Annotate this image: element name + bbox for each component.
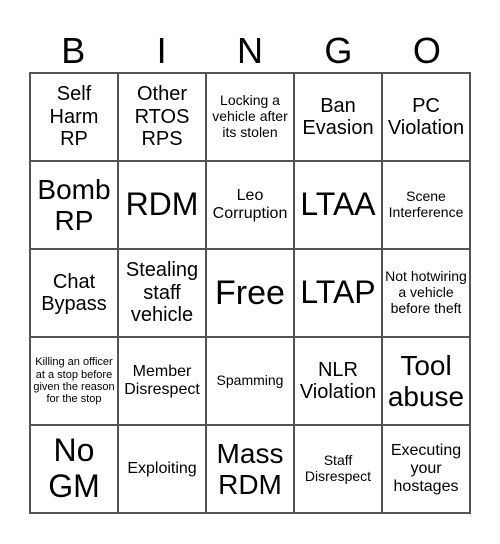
- bingo-cell[interactable]: Stealing staff vehicle: [118, 249, 206, 337]
- bingo-cell[interactable]: Ban Evasion: [294, 73, 382, 161]
- header-letter-b: B: [61, 30, 86, 71]
- header-letter-g: G: [324, 30, 353, 71]
- bingo-cell[interactable]: Member Disrespect: [118, 337, 206, 425]
- bingo-cell[interactable]: LTAP: [294, 249, 382, 337]
- bingo-cell[interactable]: NLR Violation: [294, 337, 382, 425]
- bingo-cell[interactable]: Tool abuse: [382, 337, 470, 425]
- bingo-cell[interactable]: Mass RDM: [206, 425, 294, 513]
- bingo-cell[interactable]: Not hotwiring a vehicle before theft: [382, 249, 470, 337]
- bingo-header: B I N G O: [29, 30, 471, 72]
- bingo-cell[interactable]: Killing an officer at a stop before give…: [30, 337, 118, 425]
- header-letter-n: N: [237, 30, 264, 71]
- bingo-cell[interactable]: Leo Corruption: [206, 161, 294, 249]
- header-letter-o: O: [412, 30, 441, 71]
- header-letter-i: I: [156, 30, 167, 71]
- bingo-cell[interactable]: Other RTOS RPS: [118, 73, 206, 161]
- bingo-cell[interactable]: Chat Bypass: [30, 249, 118, 337]
- bingo-cell[interactable]: No GM: [30, 425, 118, 513]
- bingo-cell[interactable]: Staff Disrespect: [294, 425, 382, 513]
- bingo-cell[interactable]: LTAA: [294, 161, 382, 249]
- bingo-cell[interactable]: Spamming: [206, 337, 294, 425]
- bingo-cell[interactable]: Self Harm RP: [30, 73, 118, 161]
- bingo-cell[interactable]: Exploiting: [118, 425, 206, 513]
- bingo-cell[interactable]: Locking a vehicle after its stolen: [206, 73, 294, 161]
- bingo-cell[interactable]: Bomb RP: [30, 161, 118, 249]
- bingo-card: Self Harm RP Other RTOS RPS Locking a ve…: [29, 72, 471, 514]
- bingo-cell[interactable]: PC Violation: [382, 73, 470, 161]
- bingo-cell[interactable]: RDM: [118, 161, 206, 249]
- bingo-cell[interactable]: Executing your hostages: [382, 425, 470, 513]
- bingo-cell[interactable]: Scene Interference: [382, 161, 470, 249]
- free-space[interactable]: Free: [206, 249, 294, 337]
